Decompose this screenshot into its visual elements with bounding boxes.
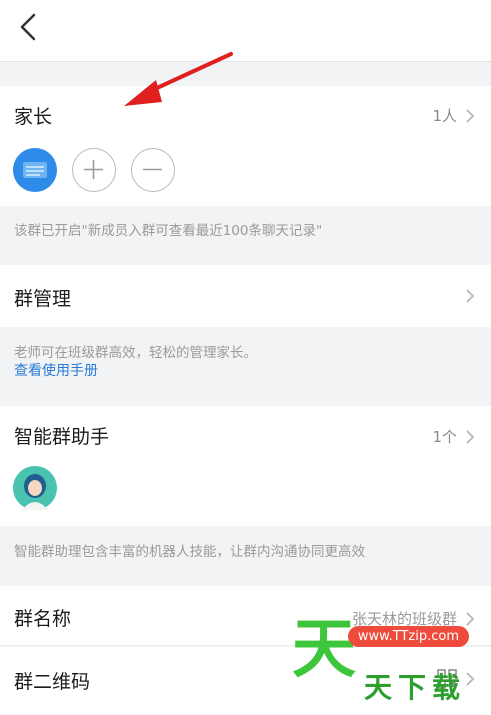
remove-member-button[interactable] <box>131 148 175 192</box>
chevron-right-icon <box>466 108 475 123</box>
minus-icon <box>143 168 162 171</box>
qr-code-title: 群二维码 <box>14 671 91 693</box>
group-manage-chevron <box>465 288 475 304</box>
parents-count-link[interactable]: 1人 <box>432 105 475 126</box>
assistant-section: 智能群助手 1个 <box>0 406 491 526</box>
chevron-right-icon <box>466 429 475 444</box>
assistant-count: 1个 <box>432 428 457 446</box>
assistant-title: 智能群助手 <box>14 426 110 448</box>
watermark-text: 天下载 <box>364 671 467 704</box>
parents-section: 家长 1人 <box>0 86 491 206</box>
annotation-arrow-icon <box>124 52 233 106</box>
avatar-blur-icon <box>23 162 47 178</box>
group-manage-note: 老师可在班级群高效，轻松的管理家长。 <box>14 345 257 361</box>
parent-avatar[interactable] <box>13 148 57 192</box>
group-manage-row[interactable]: 群管理 <box>0 265 491 327</box>
assistant-avatar[interactable] <box>13 466 57 510</box>
chevron-right-icon <box>466 611 475 626</box>
user-manual-link[interactable]: 查看使用手册 <box>14 360 98 380</box>
chevron-right-icon <box>466 672 475 686</box>
chevron-right-icon <box>466 289 475 303</box>
chevron-left-icon[interactable] <box>14 12 44 42</box>
group-name-title: 群名称 <box>14 608 72 630</box>
parents-note: 该群已开启"新成员入群可查看最近100条聊天记录" <box>14 223 323 239</box>
top-bar <box>0 0 491 62</box>
watermark-url: www.TTzip.com <box>347 626 469 647</box>
assistant-note: 智能群助理包含丰富的机器人技能，让群内沟通协同更高效 <box>14 544 365 560</box>
watermark-logo: 天 <box>292 613 356 687</box>
parents-title: 家长 <box>14 106 53 128</box>
assistant-avatar-icon <box>22 474 48 510</box>
assistant-count-link[interactable]: 1个 <box>432 426 475 447</box>
parents-count: 1人 <box>432 107 457 125</box>
add-member-button[interactable] <box>72 148 116 192</box>
group-manage-title: 群管理 <box>14 288 72 310</box>
plus-icon <box>84 160 103 179</box>
